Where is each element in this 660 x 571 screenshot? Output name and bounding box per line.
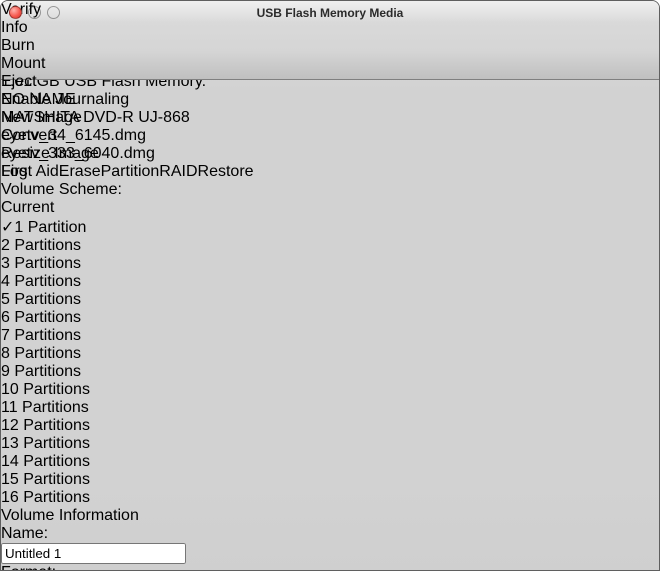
scheme-menu-item-label: 16 Partitions: [1, 489, 90, 506]
scheme-menu-item-label: 10 Partitions: [1, 381, 90, 398]
scheme-menu-item[interactable]: 9 Partitions: [1, 363, 659, 381]
toolbar-button-convert[interactable]: Convert: [1, 127, 659, 145]
volume-information-heading: Volume Information: [1, 507, 659, 525]
scheme-menu-item[interactable]: 4 Partitions: [1, 273, 659, 291]
scheme-menu-item[interactable]: 12 Partitions: [1, 417, 659, 435]
format-label: Format:: [1, 564, 659, 571]
scheme-menu-item-label: Current: [1, 199, 54, 216]
disk-utility-window: USB Flash Memory Media VerifyInfoBurnMou…: [0, 0, 660, 571]
scheme-menu-item-label: 5 Partitions: [1, 291, 81, 308]
scheme-menu-item-label: 8 Partitions: [1, 345, 81, 362]
name-label: Name:: [1, 525, 659, 543]
scheme-menu-item[interactable]: 13 Partitions: [1, 435, 659, 453]
volume-scheme-label: Volume Scheme:: [1, 181, 659, 199]
scheme-menu-item-label: 4 Partitions: [1, 273, 81, 290]
minimize-button[interactable]: [28, 6, 41, 19]
toolbar-button-new-image[interactable]: New Image: [1, 109, 659, 127]
scheme-menu-item-label: 1 Partition: [14, 219, 86, 236]
toolbar-right: Log: [1, 163, 659, 181]
close-button[interactable]: [9, 6, 22, 19]
toolbar-button-label: Log: [1, 163, 28, 180]
checkmark-icon: ✓: [1, 219, 14, 236]
scheme-menu-item-label: 9 Partitions: [1, 363, 81, 380]
scheme-menu-item-label: 2 Partitions: [1, 237, 81, 254]
window-title: USB Flash Memory Media: [1, 1, 659, 20]
scheme-menu-item[interactable]: 10 Partitions: [1, 381, 659, 399]
volume-scheme-menu: Current✓1 Partition2 Partitions3 Partiti…: [1, 199, 659, 507]
toolbar-button-label: Resize Image: [1, 145, 99, 162]
toolbar-button-label: Mount: [1, 55, 45, 72]
toolbar-button-label: New Image: [1, 109, 82, 126]
window-header: USB Flash Memory Media VerifyInfoBurnMou…: [1, 1, 659, 80]
toolbar-button-log[interactable]: Log: [1, 163, 659, 181]
scheme-menu-item[interactable]: 3 Partitions: [1, 255, 659, 273]
scheme-menu-item[interactable]: 15 Partitions: [1, 471, 659, 489]
scheme-menu-item-label: 3 Partitions: [1, 255, 81, 272]
scheme-menu-item[interactable]: 16 Partitions: [1, 489, 659, 507]
scheme-menu-item[interactable]: 5 Partitions: [1, 291, 659, 309]
toolbar-button-journaling[interactable]: Enable Journaling: [1, 91, 659, 109]
scheme-menu-item[interactable]: 14 Partitions: [1, 453, 659, 471]
name-field[interactable]: [1, 543, 186, 564]
scheme-menu-item-label: 13 Partitions: [1, 435, 90, 452]
titlebar[interactable]: USB Flash Memory Media: [1, 1, 659, 23]
scheme-menu-item-label: 7 Partitions: [1, 327, 81, 344]
window-controls: [9, 6, 60, 19]
scheme-menu-item[interactable]: 7 Partitions: [1, 327, 659, 345]
zoom-button[interactable]: [47, 6, 60, 19]
toolbar-button-label: Burn: [1, 37, 35, 54]
scheme-menu-item[interactable]: 11 Partitions: [1, 399, 659, 417]
toolbar-button-label: Enable Journaling: [1, 91, 129, 108]
scheme-menu-item[interactable]: 8 Partitions: [1, 345, 659, 363]
toolbar-button-resize-image[interactable]: Resize Image: [1, 145, 659, 163]
toolbar-button-label: Convert: [1, 127, 57, 144]
scheme-menu-item-label: 14 Partitions: [1, 453, 90, 470]
scheme-menu-item[interactable]: Current: [1, 199, 659, 217]
toolbar-button-burn[interactable]: Burn: [1, 37, 659, 55]
scheme-menu-item-label: 11 Partitions: [1, 399, 89, 416]
scheme-menu-item-label: 12 Partitions: [1, 417, 90, 434]
toolbar: VerifyInfoBurnMountEjectEnable Journalin…: [1, 1, 659, 163]
toolbar-button-mount[interactable]: Mount: [1, 55, 659, 73]
scheme-menu-item[interactable]: 6 Partitions: [1, 309, 659, 327]
toolbar-button-eject[interactable]: Eject: [1, 73, 659, 91]
scheme-menu-item[interactable]: ✓1 Partition: [1, 217, 659, 237]
scheme-menu-item-label: 6 Partitions: [1, 309, 81, 326]
scheme-menu-item-label: 15 Partitions: [1, 471, 90, 488]
scheme-menu-item[interactable]: 2 Partitions: [1, 237, 659, 255]
toolbar-button-label: Eject: [1, 73, 37, 90]
